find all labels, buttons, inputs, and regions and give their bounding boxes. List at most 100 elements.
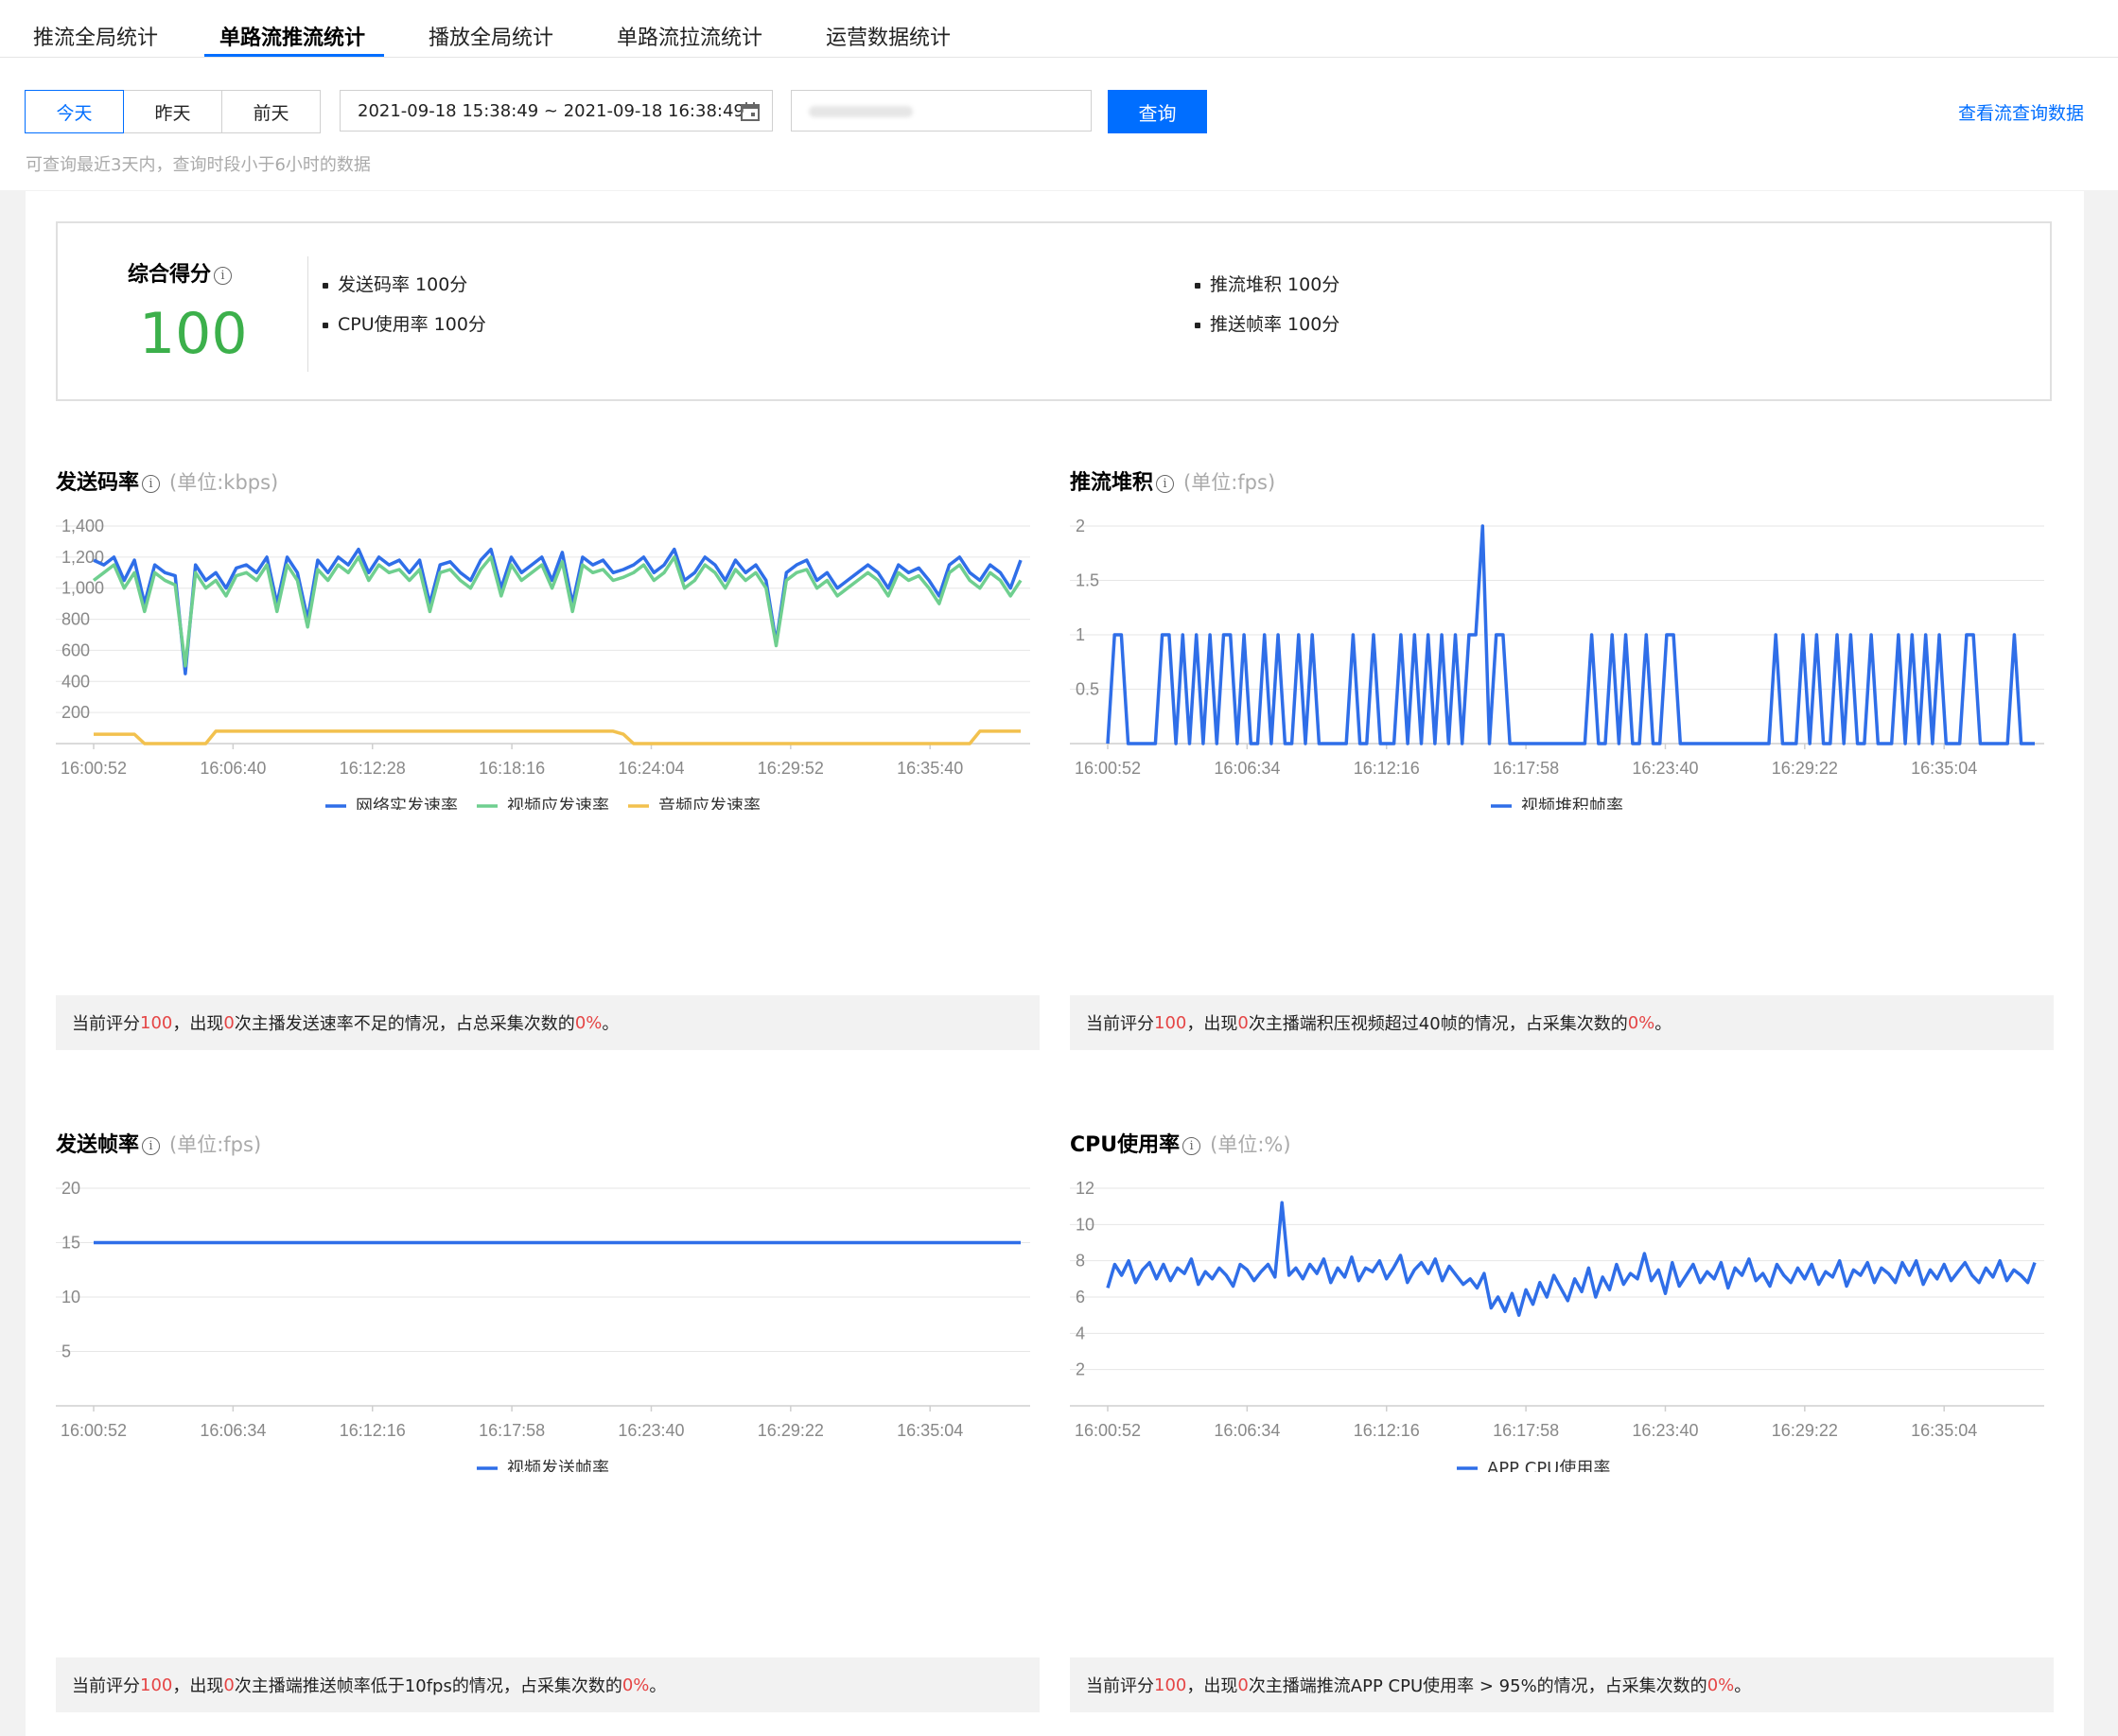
y-tick-label: 600 — [61, 640, 90, 659]
legend-label: 视频应发速率 — [507, 797, 609, 810]
y-tick-label: 10 — [61, 1288, 80, 1306]
summary-count: 0 — [223, 1012, 235, 1033]
legend-label: 网络实发速率 — [356, 797, 458, 810]
x-tick-label: 16:35:40 — [897, 759, 963, 778]
stream-id-input[interactable] — [791, 90, 1092, 132]
active-tab-indicator — [204, 54, 384, 57]
info-icon[interactable]: i — [214, 266, 233, 285]
summary-score: 100 — [140, 1012, 173, 1033]
date-range-picker[interactable]: 2021-09-18 15:38:49 ~ 2021-09-18 16:38:4… — [340, 90, 773, 132]
day-before-button[interactable]: 前天 — [221, 90, 321, 133]
summary-text: 。 — [649, 1676, 667, 1696]
cpu-chart: CPU使用率 i (单位:%) 2 4 6 8 10 12 16:00:52 16:06:34 16… — [1070, 1128, 2073, 1472]
info-icon[interactable]: i — [1156, 474, 1175, 493]
day-selector: 今天 昨天 前天 — [25, 90, 321, 133]
summary-text: 次主播端推流APP CPU使用率 > 95%的情况，占采集次数的 — [1248, 1676, 1707, 1696]
y-tick-label: 1.5 — [1076, 571, 1099, 590]
y-tick-label: 800 — [61, 610, 90, 629]
tab-single-pull[interactable]: 单路流拉流统计 — [617, 21, 762, 51]
x-tick-label: 16:06:34 — [1214, 1421, 1280, 1440]
y-tick-label: 2 — [1076, 1360, 1085, 1379]
query-button[interactable]: 查询 — [1108, 90, 1207, 133]
series-line — [93, 547, 1023, 675]
chart-unit: (单位:kbps) — [169, 471, 279, 494]
y-tick-label: 8 — [1076, 1252, 1085, 1271]
summary-percent: 0% — [1707, 1675, 1735, 1695]
x-tick-label: 16:23:40 — [618, 1421, 684, 1440]
x-tick-label: 16:06:40 — [200, 759, 266, 778]
x-tick-label: 16:24:04 — [618, 759, 684, 778]
chart-title: 推流堆积 i (单位:fps) — [1070, 465, 1275, 496]
legend-label: 视频发送帧率 — [507, 1459, 609, 1472]
y-tick-label: 0.5 — [1076, 680, 1099, 699]
y-tick-label: 1 — [1076, 625, 1085, 644]
bitrate-plot: 2004006008001,0001,2001,40016:00:52 16:06… — [56, 517, 1030, 810]
score-title-text: 综合得分 — [128, 263, 212, 287]
today-button[interactable]: 今天 — [25, 90, 124, 133]
x-tick-label: 16:29:22 — [758, 1421, 824, 1440]
fps-summary: 当前评分 100 ，出现 0 次主播端推送帧率低于10fps的情况，占采集次数的 0%… — [56, 1657, 1040, 1712]
summary-text: 次主播端积压视频超过40帧的情况，占采集次数的 — [1248, 1014, 1628, 1034]
chart-title: CPU使用率 i (单位:%) — [1070, 1128, 1291, 1158]
backlog-plot: 0.5 1 1.5 2 16:00:52 16:06:34 16:12:16 16:17:58… — [1070, 517, 2044, 810]
cpu-summary: 当前评分 100 ，出现 0 次主播端推流APP CPU使用率 > 95%的情况，占采集… — [1070, 1657, 2054, 1712]
yesterday-button[interactable]: 昨天 — [123, 90, 222, 133]
y-tick-label: 1,000 — [61, 579, 104, 598]
score-value: 100 — [139, 301, 248, 367]
chart-unit: (单位:fps) — [1183, 471, 1276, 494]
summary-percent: 0% — [1627, 1012, 1655, 1033]
legend-label: APP CPU使用率 — [1487, 1459, 1610, 1472]
x-tick-label: 16:29:52 — [758, 759, 824, 778]
tab-operation-data[interactable]: 运营数据统计 — [826, 21, 951, 51]
x-tick-label: 16:12:16 — [340, 1421, 406, 1440]
x-tick-label: 16:12:28 — [340, 759, 406, 778]
top-tab-bar: 推流全局统计 单路流推流统计 播放全局统计 单路流拉流统计 运营数据统计 — [0, 0, 2118, 58]
info-icon[interactable]: i — [142, 1136, 161, 1155]
summary-score: 100 — [1154, 1675, 1187, 1695]
x-tick-label: 16:17:58 — [1493, 759, 1559, 778]
y-tick-label: 20 — [61, 1179, 80, 1198]
bitrate-chart: 发送码率 i (单位:kbps) 200 400 600 800 1,000 1,200 1,4… — [56, 465, 1059, 810]
chart-title-text: 发送码率 — [56, 471, 140, 495]
chart-unit: (单位:fps) — [169, 1133, 262, 1156]
y-tick-label: 2 — [1076, 517, 1085, 535]
chart-unit: (单位:%) — [1210, 1133, 1291, 1156]
x-tick-label: 16:00:52 — [61, 1421, 127, 1440]
cpu-plot: 2 4 6 8 10 12 16:00:52 16:06:34 16:12:16 16:17:58… — [1070, 1179, 2044, 1472]
tab-play-global[interactable]: 播放全局统计 — [429, 21, 553, 51]
summary-percent: 0% — [574, 1012, 603, 1033]
y-tick-label: 6 — [1076, 1288, 1085, 1306]
summary-score: 100 — [1154, 1012, 1187, 1033]
tab-single-push[interactable]: 单路流推流统计 — [219, 21, 365, 51]
backlog-summary: 当前评分 100 ，出现 0 次主播端积压视频超过40帧的情况，占采集次数的 0%。 — [1070, 995, 2054, 1050]
backlog-chart: 推流堆积 i (单位:fps) 0.5 1 1.5 2 16:00:52 16:06:34 16… — [1070, 465, 2073, 810]
score-card: 综合得分 i 100 发送码率 100分 CPU使用率 100分 推流堆积 100… — [56, 221, 2052, 401]
chart-title: 发送码率 i (单位:kbps) — [56, 465, 278, 496]
x-tick-label: 16:00:52 — [1075, 759, 1141, 778]
calendar-icon[interactable] — [740, 101, 761, 122]
summary-count: 0 — [1237, 1675, 1249, 1695]
info-icon[interactable]: i — [1182, 1136, 1201, 1155]
tab-push-global[interactable]: 推流全局统计 — [33, 21, 158, 51]
chart-title-text: CPU使用率 — [1070, 1133, 1181, 1157]
x-tick-label: 16:06:34 — [200, 1421, 266, 1440]
summary-percent: 0% — [621, 1675, 650, 1695]
fps-plot: 5 10 15 20 16:00:52 16:06:34 16:12:16 16:17:58 1… — [56, 1179, 1030, 1472]
y-tick-label: 400 — [61, 672, 90, 691]
summary-text: 当前评分 — [72, 1014, 140, 1034]
series-line — [94, 729, 1021, 745]
summary-text: 当前评分 — [1086, 1014, 1154, 1034]
y-tick-label: 5 — [61, 1342, 71, 1361]
info-icon[interactable]: i — [142, 474, 161, 493]
x-tick-label: 16:18:16 — [479, 759, 545, 778]
bitrate-summary: 当前评分 100 ，出现 0 次主播发送速率不足的情况，占总采集次数的 0%。 — [56, 995, 1040, 1050]
summary-count: 0 — [223, 1675, 235, 1695]
summary-text: 当前评分 — [1086, 1676, 1154, 1696]
legend-label: 视频堆积帧率 — [1521, 797, 1623, 810]
summary-text: 。 — [602, 1014, 620, 1034]
chart-title-text: 发送帧率 — [56, 1133, 140, 1157]
summary-text: ，出现 — [1186, 1014, 1238, 1034]
view-stream-query-link[interactable]: 查看流查询数据 — [1958, 99, 2084, 125]
x-tick-label: 16:35:04 — [1911, 759, 1977, 778]
x-tick-label: 16:29:22 — [1772, 759, 1838, 778]
